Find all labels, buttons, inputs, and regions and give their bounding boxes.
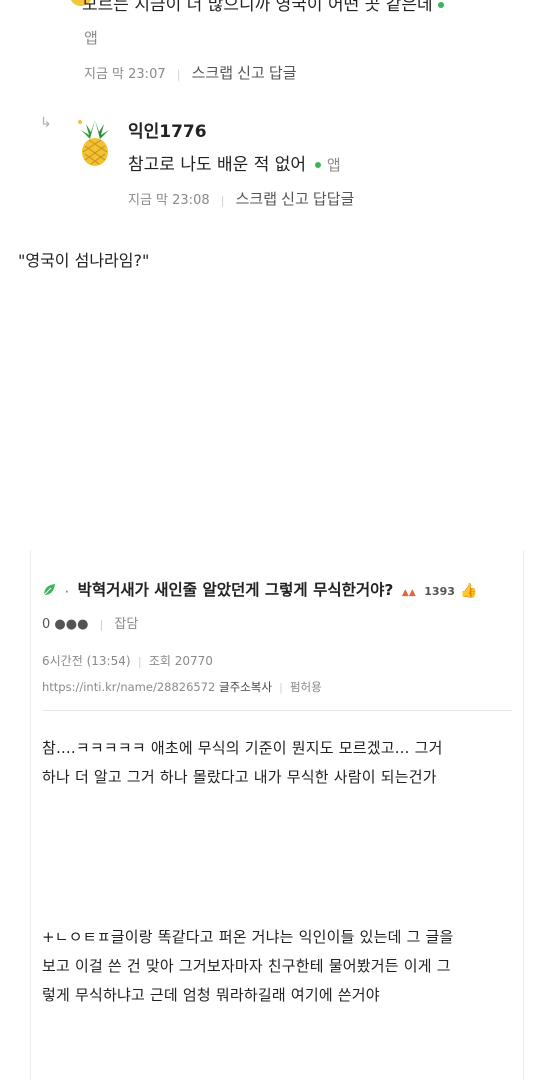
reply-button[interactable]: 답글 [269,64,297,82]
quote-caption: "영국이 섬나라임?" [18,251,150,270]
body-line: 렇게 무식하냐고 근데 엄청 뭐라하길래 여기에 쓴거야 [42,986,380,1004]
post-title[interactable]: 박혁거새가 새인줄 알았던게 그렇게 무식한거야? [78,581,394,599]
green-dot-icon [315,162,322,168]
green-dot-icon [438,2,445,8]
body-line: 하나 더 알고 그거 하나 몰랐다고 내가 무식한 사람이 되는건가 [42,768,437,786]
thumbs-up-icon[interactable]: 👍 [460,583,477,599]
post-category[interactable]: 잡담 [114,617,138,632]
pineapple-avatar-icon [78,120,109,166]
copy-url-button[interactable]: 글주소복사 [219,680,272,694]
post-author-row: 0 ●●● | 잡담 [42,617,139,632]
reply-to-reply-button[interactable]: 답답글 [313,190,354,208]
repost-permission: 펌허용 [289,680,322,694]
report-button[interactable]: 신고 [281,190,309,208]
comment-meta: 지금 막 23:07 | 스크랩 신고 답글 [84,64,297,82]
post-time: 6시간전 (13:54) [42,654,131,668]
comment-time: 지금 막 23:07 [84,67,166,82]
likes-count: 1393 [424,585,455,598]
reply-source: 앱 [326,156,341,174]
reply-text: 참고로 나도 배운 적 없어 앱 [128,155,341,175]
body-line: 보고 이걸 쓴 건 맞아 그거보자마자 친구한테 물어봤거든 이게 그 [42,957,451,975]
comment-source: 앱 [84,29,98,47]
scrap-button[interactable]: 스크랩 [236,190,277,208]
report-button[interactable]: 신고 [237,64,265,82]
reply-arrow-icon: ↳ [40,115,52,131]
post-author[interactable]: 0 ●●● [42,617,88,632]
fire-icon: ▲▲ [398,588,419,598]
reply-meta: 지금 막 23:08 | 스크랩 신고 답답글 [128,190,355,208]
body-line: +ㄴㅇㅌㅍ글이랑 똑같다고 퍼온 거냐는 익인이들 있는데 그 글을 [42,928,454,946]
scrap-button[interactable]: 스크랩 [192,64,233,82]
post-url[interactable]: https://inti.kr/name/28826572 [42,680,215,694]
post-divider [42,710,512,711]
leaf-icon [43,584,55,596]
post-paragraph-1: 참....ㅋㅋㅋㅋㅋ 애초에 무식의 기준이 뭔지도 모르겠고... 그거 하나… [42,734,512,792]
reply-time: 지금 막 23:08 [128,193,210,208]
post-url-row: https://inti.kr/name/28826572 글주소복사 | 펌허… [42,680,322,694]
post-views: 조회 20770 [148,654,213,668]
reply-nickname[interactable]: 익인1776 [128,117,207,142]
post-title-row: · 박혁거새가 새인줄 알았던게 그렇게 무식한거야? ▲▲ 1393 👍 [42,578,478,600]
body-line: 참....ㅋㅋㅋㅋㅋ 애초에 무식의 기준이 뭔지도 모르겠고... 그거 [42,739,443,757]
post-stats-row: 6시간전 (13:54) | 조회 20770 [42,654,213,668]
post-paragraph-2: +ㄴㅇㅌㅍ글이랑 똑같다고 퍼온 거냐는 익인이들 있는데 그 글을 보고 이걸… [42,923,512,1010]
comment-text: 모르는 지금이 더 많으니까 영국이 어떤 곳 같은데 [82,0,445,15]
